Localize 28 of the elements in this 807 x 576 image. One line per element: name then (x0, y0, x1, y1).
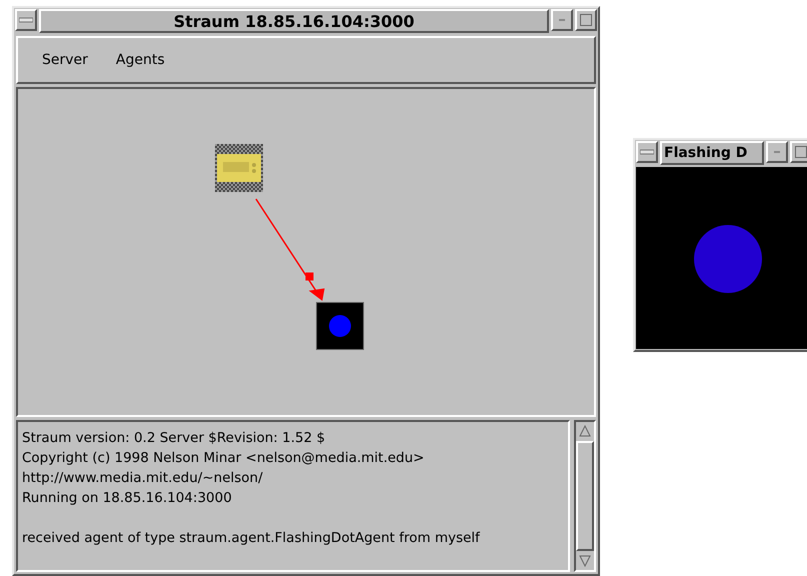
window-menu-button[interactable] (636, 141, 658, 163)
minimize-button[interactable] (551, 9, 573, 31)
square-icon (795, 146, 807, 158)
log-line: received agent of type straum.agent.FlashingDotAgent from myself (22, 529, 481, 548)
log-line: Copyright (c) 1998 Nelson Minar <nelson@media.mit.edu> (22, 449, 426, 468)
maximize-button[interactable] (790, 141, 807, 163)
window-title: Flashing D (660, 141, 764, 165)
dash-icon (558, 16, 566, 24)
bar-icon (640, 149, 654, 155)
square-icon (580, 14, 592, 26)
scrollbar[interactable] (574, 420, 596, 572)
dot-icon (329, 315, 351, 337)
scroll-down-icon[interactable] (579, 555, 591, 567)
maximize-button[interactable] (575, 9, 597, 31)
scroll-up-icon[interactable] (579, 425, 591, 437)
minimize-button[interactable] (766, 141, 788, 163)
keyboard-node[interactable] (215, 144, 263, 192)
menu-item[interactable]: Agents (108, 48, 173, 72)
log-line: http://www.media.mit.edu/~nelson/ (22, 469, 264, 488)
log-line: Running on 18.85.16.104:3000 (22, 489, 233, 508)
window-menu-button[interactable] (15, 9, 37, 31)
menu-item[interactable]: Server (34, 48, 96, 72)
dash-icon (773, 148, 781, 156)
window-title: Straum 18.85.16.104:3000 (39, 9, 549, 33)
keyboard-icon (217, 154, 261, 182)
bar-icon (19, 17, 33, 23)
log-line: Straum version: 0.2 Server $Revision: 1.52 $ (22, 429, 326, 448)
dot-agent-node[interactable] (316, 302, 364, 350)
